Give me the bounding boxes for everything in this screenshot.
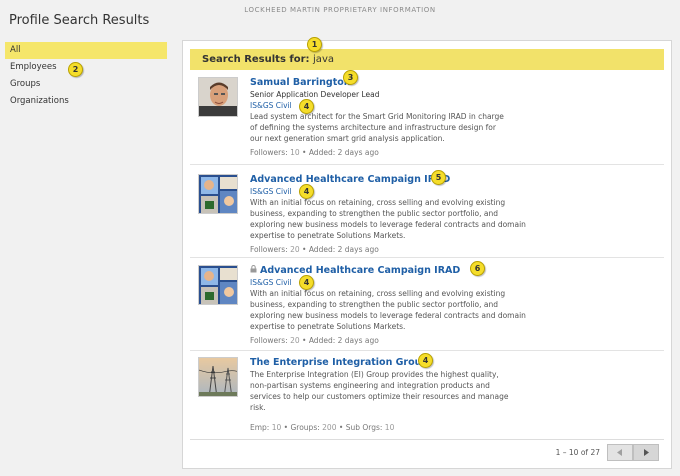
added-date: Added: 2 days ago — [308, 336, 379, 345]
result-description: of defining the systems architecture and… — [250, 123, 496, 132]
prev-page-button[interactable] — [607, 444, 633, 461]
result-description: With an initial focus on retaining, cros… — [250, 289, 506, 298]
result-description: risk. — [250, 403, 266, 412]
sidebar-item-organizations[interactable]: Organizations — [5, 93, 167, 110]
result-body: Advanced Healthcare Campaign IRAD IS&GS … — [250, 265, 550, 346]
lock-icon — [250, 265, 257, 273]
meta-separator: • — [299, 148, 309, 157]
sidebar-item-groups[interactable]: Groups — [5, 76, 167, 93]
page-title: Profile Search Results — [9, 13, 150, 28]
next-page-button[interactable] — [633, 444, 659, 461]
callout-marker: 4 — [299, 99, 314, 114]
sub-orgs-label: Sub Orgs: — [345, 423, 383, 432]
result-title-link[interactable]: Samual Barrington — [250, 77, 550, 89]
result-description: our next generation smart grid analysis … — [250, 134, 445, 143]
followers-count: 20 — [290, 245, 300, 254]
result-description: business, expanding to strengthen the pu… — [250, 300, 499, 309]
followers-count: 10 — [290, 148, 300, 157]
result-description: The Enterprise Integration (EI) Group pr… — [250, 370, 499, 379]
meta-separator: • — [299, 336, 309, 345]
results-header-label: Search Results for: — [202, 54, 310, 65]
result-org-link[interactable]: IS&GS Civil — [250, 277, 550, 288]
callout-marker: 1 — [307, 37, 322, 52]
result-description: services to help our customers optimize … — [250, 392, 509, 401]
result-title-link[interactable]: Advanced Healthcare Campaign IRAD — [250, 174, 550, 186]
result-subtitle: Senior Application Developer Lead — [250, 90, 380, 99]
power-lines-icon[interactable] — [198, 357, 238, 397]
added-date: Added: 2 days ago — [308, 245, 379, 254]
groups-label: Groups: — [290, 423, 320, 432]
result-description: non-partisan systems engineering and int… — [250, 381, 490, 390]
sub-orgs-count: 10 — [384, 423, 395, 432]
callout-marker: 4 — [299, 184, 314, 199]
results-header: Search Results for: java — [190, 49, 664, 70]
result-description: exploring new business models to leverag… — [250, 311, 526, 320]
result-org-link[interactable]: IS&GS Civil — [250, 186, 550, 197]
result-description: Lead system architect for the Smart Grid… — [250, 112, 504, 121]
result-description: exploring new business models to leverag… — [250, 220, 526, 229]
result-description: With an initial focus on retaining, cros… — [250, 198, 506, 207]
callout-marker: 4 — [418, 353, 433, 368]
added-date: Added: 2 days ago — [308, 148, 379, 157]
result-title-row: Advanced Healthcare Campaign IRAD — [250, 265, 550, 277]
callout-marker: 5 — [431, 170, 446, 185]
callout-marker: 2 — [68, 62, 83, 77]
group-collage-icon[interactable] — [198, 174, 238, 214]
result-title-link[interactable]: Advanced Healthcare Campaign IRAD — [260, 265, 460, 276]
emp-label: Emp: — [250, 423, 270, 432]
result-item: Samual Barrington Senior Application Dev… — [190, 70, 664, 165]
result-meta: Emp: 10 • Groups: 200 • Sub Orgs: 10 — [250, 422, 550, 433]
result-item: The Enterprise Integration Group The Ent… — [190, 353, 664, 439]
groups-count: 200 — [322, 423, 337, 432]
results-panel: Search Results for: java 1 Samual Barrin… — [182, 37, 672, 469]
result-org-link[interactable]: IS&GS Civil — [250, 100, 550, 111]
emp-count: 10 — [271, 423, 282, 432]
result-body: Samual Barrington Senior Application Dev… — [250, 77, 550, 158]
result-description: expertise to penetrate Solutions Markets… — [250, 231, 406, 240]
callout-marker: 6 — [470, 261, 485, 276]
callout-marker: 4 — [299, 275, 314, 290]
result-description: business, expanding to strengthen the pu… — [250, 209, 499, 218]
sidebar-item-all[interactable]: All — [5, 42, 167, 59]
sidebar-item-employees[interactable]: Employees — [5, 59, 167, 76]
group-collage-icon[interactable] — [198, 265, 238, 305]
callout-marker: 3 — [343, 70, 358, 85]
pagination: 1 – 10 of 27 — [190, 439, 664, 465]
followers-count: 20 — [290, 336, 300, 345]
result-meta: Followers: 20 • Added: 2 days ago — [250, 335, 550, 346]
person-photo-icon[interactable] — [198, 77, 238, 117]
followers-label: Followers: — [250, 245, 288, 254]
result-meta: Followers: 20 • Added: 2 days ago — [250, 244, 550, 255]
result-item: Advanced Healthcare Campaign IRAD IS&GS … — [190, 261, 664, 351]
meta-separator: • — [336, 423, 346, 432]
meta-separator: • — [299, 245, 309, 254]
followers-label: Followers: — [250, 336, 288, 345]
result-item: Advanced Healthcare Campaign IRAD IS&GS … — [190, 170, 664, 258]
search-query: java — [313, 54, 334, 65]
chevron-left-icon — [617, 449, 622, 456]
result-meta: Followers: 10 • Added: 2 days ago — [250, 147, 550, 158]
result-title-link[interactable]: The Enterprise Integration Group — [250, 357, 550, 369]
chevron-right-icon — [644, 449, 649, 456]
sidebar-filter: All Employees Groups Organizations — [5, 42, 167, 110]
followers-label: Followers: — [250, 148, 288, 157]
result-body: Advanced Healthcare Campaign IRAD IS&GS … — [250, 174, 550, 255]
result-description: expertise to penetrate Solutions Markets… — [250, 322, 406, 331]
pagination-range: 1 – 10 of 27 — [555, 448, 600, 457]
result-body: The Enterprise Integration Group The Ent… — [250, 357, 550, 433]
